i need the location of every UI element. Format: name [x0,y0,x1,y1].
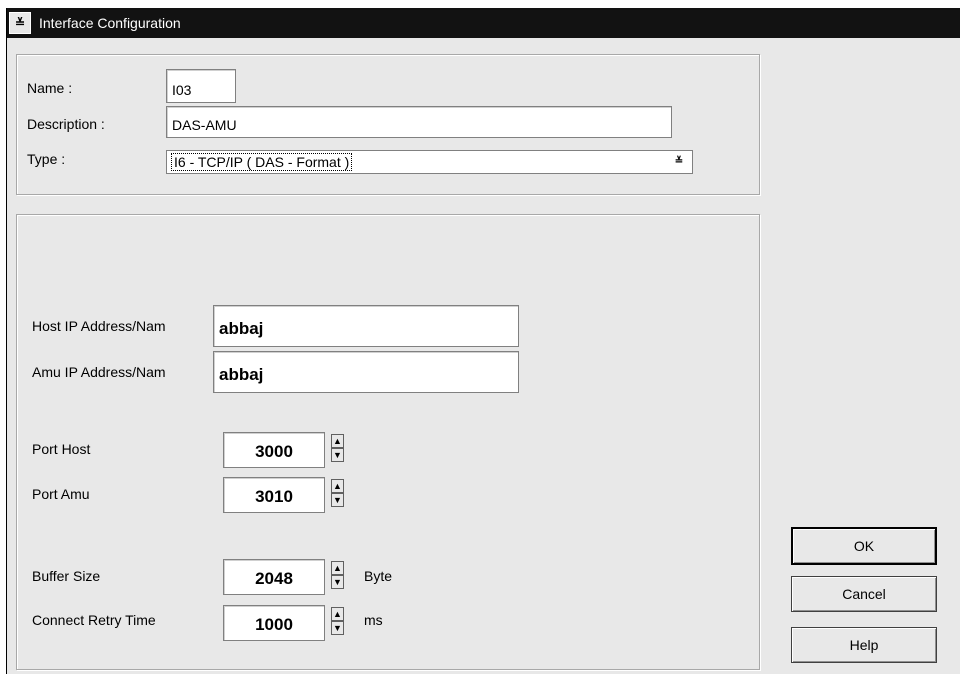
host-ip-field[interactable]: abbaj [213,305,519,347]
host-ip-label: Host IP Address/Nam [32,318,166,334]
amu-ip-value: abbaj [219,365,264,384]
spin-up-icon[interactable]: ▲ [331,434,344,448]
buffer-size-unit: Byte [364,568,393,584]
port-amu-spinner[interactable]: ▲ ▼ [331,479,344,509]
port-amu-value: 3010 [255,487,293,506]
dropdown-arrow-icon[interactable]: ≚ [672,154,686,168]
description-field[interactable]: DAS-AMU [166,106,672,138]
spin-up-icon[interactable]: ▲ [331,607,344,621]
connection-settings-group [16,214,760,670]
buffer-size-value: 2048 [255,569,293,588]
retry-time-value: 1000 [255,615,293,634]
host-ip-value: abbaj [219,319,264,338]
type-label: Type : [27,151,66,167]
name-value: I03 [172,82,192,98]
system-menu-icon[interactable]: ≚ [9,12,31,34]
window-title: Interface Configuration [39,15,181,31]
spin-down-icon[interactable]: ▼ [331,621,344,635]
spin-up-icon[interactable]: ▲ [331,561,344,575]
spin-down-icon[interactable]: ▼ [331,575,344,589]
buffer-size-field[interactable]: 2048 [223,559,325,595]
description-label: Description : [27,116,105,132]
port-host-field[interactable]: 3000 [223,432,325,468]
amu-ip-label: Amu IP Address/Nam [32,364,166,380]
port-amu-label: Port Amu [32,486,90,502]
spin-up-icon[interactable]: ▲ [331,479,344,493]
name-field[interactable]: I03 [166,69,236,103]
retry-time-field[interactable]: 1000 [223,605,325,641]
port-amu-field[interactable]: 3010 [223,477,325,513]
spin-down-icon[interactable]: ▼ [331,493,344,507]
port-host-label: Port Host [32,441,91,457]
retry-time-unit: ms [364,612,383,628]
spin-down-icon[interactable]: ▼ [331,448,344,462]
retry-time-spinner[interactable]: ▲ ▼ [331,607,344,637]
interface-configuration-window: ≚ Interface Configuration Name : I03 Des… [6,8,960,674]
buffer-size-spinner[interactable]: ▲ ▼ [331,561,344,591]
buffer-size-label: Buffer Size [32,568,101,584]
cancel-button[interactable]: Cancel [791,576,937,612]
description-value: DAS-AMU [172,117,237,133]
type-selected-value: I6 - TCP/IP ( DAS - Format ) [170,153,353,171]
name-label: Name : [27,80,73,96]
port-host-value: 3000 [255,442,293,461]
title-bar: ≚ Interface Configuration [7,8,960,38]
ok-button[interactable]: OK [791,527,937,565]
amu-ip-field[interactable]: abbaj [213,351,519,393]
type-dropdown[interactable]: I6 - TCP/IP ( DAS - Format ) ≚ [166,150,693,174]
port-host-spinner[interactable]: ▲ ▼ [331,434,344,464]
help-button[interactable]: Help [791,627,937,663]
retry-time-label: Connect Retry Time [32,612,156,628]
